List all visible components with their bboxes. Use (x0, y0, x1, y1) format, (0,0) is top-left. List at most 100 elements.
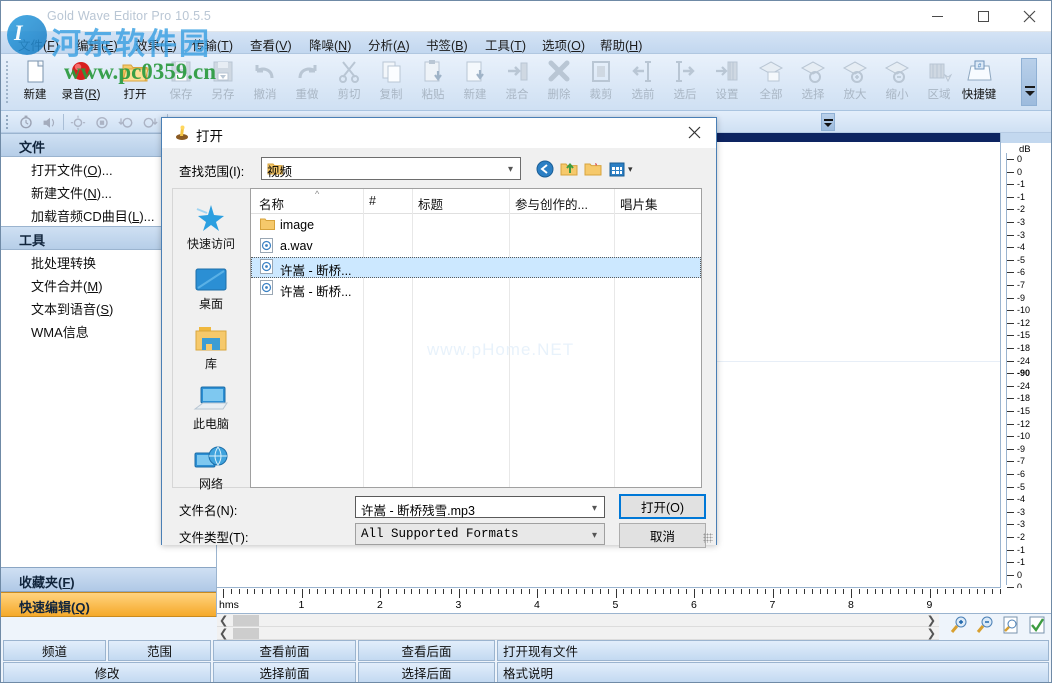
bottom-button-1[interactable]: 范围 (108, 640, 211, 661)
chevron-down-icon[interactable]: ▾ (592, 503, 597, 514)
zoom-selection-icon[interactable] (999, 614, 1023, 636)
column-header-4[interactable]: 唱片集 (620, 194, 658, 213)
scroll-right-arrow-icon[interactable]: ❯ (927, 614, 936, 627)
transport-brightness-icon[interactable] (67, 113, 89, 131)
menu-item-9[interactable]: 选项(O) (539, 35, 588, 54)
scroll-right-arrow-icon[interactable]: ❯ (927, 627, 936, 640)
scroll-left-arrow-icon[interactable]: ❮ (219, 614, 228, 627)
bottom-button-2[interactable]: 查看前面 (213, 640, 356, 661)
time-ruler[interactable]: hms 1 2 3 4 5 6 7 8 9 (217, 588, 1051, 614)
bottom-button-0[interactable]: 修改 (3, 662, 211, 682)
zoom-out-icon[interactable] (973, 614, 997, 636)
toolbar-button-hotkey-icon[interactable]: # 快捷键 (957, 56, 1001, 108)
place-library-icon[interactable]: 库 (173, 313, 249, 373)
select-before-icon (621, 56, 665, 88)
resize-grip[interactable] (703, 533, 713, 543)
toolbar-button-region-icon[interactable]: 区域 (917, 56, 961, 108)
menu-item-10[interactable]: 帮助(H) (597, 35, 645, 54)
side-panel-bar-0[interactable]: 收藏夹(F) (1, 567, 216, 592)
toolbar-button-zoom-out-icon[interactable]: 缩小 (875, 56, 919, 108)
menu-item-8[interactable]: 工具(T) (482, 35, 529, 54)
place-network-icon[interactable]: 网络 (173, 433, 249, 493)
bottom-button-3[interactable]: 查看后面 (358, 640, 495, 661)
column-header-2[interactable]: 标题 (418, 194, 443, 213)
toolbar-button-paste-new-icon[interactable]: 新建 (453, 56, 497, 108)
new-folder-icon[interactable] (581, 158, 605, 180)
file-list[interactable]: 名称 # 标题 参与创作的... 唱片集 ^ image a.wav 许嵩 - 断桥...… (250, 188, 702, 488)
apply-check-icon[interactable] (1025, 614, 1049, 636)
close-button[interactable] (1006, 1, 1051, 31)
toolbar-button-select-all-icon[interactable]: 全部 (749, 56, 793, 108)
file-list-row[interactable]: 许嵩 - 断桥... (251, 257, 701, 278)
scrollbar-thumb[interactable] (233, 615, 259, 626)
chevron-down-icon[interactable]: ▾ (508, 164, 513, 175)
time-tick (929, 589, 931, 598)
db-tick (1007, 423, 1014, 425)
horizontal-scrollbar-top[interactable]: ❮ ❯ (217, 614, 939, 627)
file-name-combobox[interactable]: 许嵩 - 断桥残雪.mp3 ▾ (355, 496, 605, 518)
view-mode-icon[interactable] (605, 158, 629, 180)
menu-item-5[interactable]: 降噪(N) (306, 35, 354, 54)
toolbar-button-select-after-icon[interactable]: 选后 (663, 56, 707, 108)
file-list-row[interactable]: a.wav (251, 236, 701, 257)
horizontal-scrollbar-bottom[interactable]: ❮ ❯ (217, 627, 939, 640)
place-quick-access-star-icon[interactable]: 快速访问 (173, 193, 249, 253)
toolbar-button-mix-icon[interactable]: 混合 (495, 56, 539, 108)
place-desktop-icon[interactable]: 桌面 (173, 253, 249, 313)
toolbar-button-select-icon[interactable]: 选择 (791, 56, 835, 108)
column-header-1[interactable]: # (369, 194, 376, 208)
bottom-button-0[interactable]: 频道 (3, 640, 106, 661)
chevron-down-icon[interactable]: ▾ (592, 530, 597, 541)
column-header-0[interactable]: 名称 (259, 194, 284, 213)
toolbar-button-settings-icon[interactable]: 设置 (705, 56, 749, 108)
zoom-in-icon[interactable] (947, 614, 971, 636)
view-mode-chevron-icon[interactable]: ▾ (628, 164, 633, 175)
file-name-value[interactable]: 许嵩 - 断桥残雪.mp3 (361, 500, 475, 519)
transport-loop-back-icon[interactable] (115, 113, 137, 131)
side-panel-bar-1[interactable]: 快速编辑(Q) (1, 592, 216, 617)
toolbar-button-undo-icon[interactable]: 撤消 (243, 56, 287, 108)
scrollbar-thumb[interactable] (233, 628, 259, 639)
back-icon[interactable] (533, 158, 557, 180)
scroll-left-arrow-icon[interactable]: ❮ (219, 627, 228, 640)
place-this-pc-icon[interactable]: 此电脑 (173, 373, 249, 433)
transport-stop-small-icon[interactable] (91, 113, 113, 131)
time-tick (497, 589, 499, 594)
file-list-row[interactable]: image (251, 215, 701, 236)
file-type-combobox[interactable]: All Supported Formats ▾ (355, 523, 605, 545)
transport-toolbar-grip[interactable] (5, 114, 9, 130)
bottom-button-3[interactable]: 格式说明 (497, 662, 1049, 682)
toolbar-grip[interactable] (5, 60, 9, 104)
file-list-row[interactable]: 许嵩 - 断桥... (251, 278, 701, 299)
toolbar-button-new-file-icon[interactable]: 新建 (13, 56, 57, 108)
bottom-button-2[interactable]: 选择后面 (358, 662, 495, 682)
column-header-3[interactable]: 参与创作的... (515, 194, 588, 213)
paste-icon (424, 60, 442, 82)
up-folder-icon[interactable] (557, 158, 581, 180)
toolbar-button-select-before-icon[interactable]: 选前 (621, 56, 665, 108)
toolbar-button-zoom-in-icon[interactable]: 放大 (833, 56, 877, 108)
transport-timer-icon[interactable] (15, 113, 37, 131)
minimize-button[interactable] (914, 1, 960, 31)
menu-item-6[interactable]: 分析(A) (365, 35, 413, 54)
menu-item-7[interactable]: 书签(B) (423, 35, 471, 54)
dialog-close-button[interactable] (672, 118, 716, 147)
open-button[interactable]: 打开(O) (619, 494, 706, 519)
transport-loop-forward-icon[interactable] (139, 113, 161, 131)
toolbar-button-trim-icon[interactable]: 裁剪 (579, 56, 623, 108)
transport-overflow-button[interactable] (821, 113, 835, 131)
toolbar-button-delete-icon[interactable]: 删除 (537, 56, 581, 108)
toolbar-button-cut-icon[interactable]: 剪切 (327, 56, 371, 108)
bottom-button-1[interactable]: 选择前面 (213, 662, 356, 682)
toolbar-button-paste-icon[interactable]: 粘贴 (411, 56, 455, 108)
time-tick (984, 589, 986, 594)
menu-item-4[interactable]: 查看(V) (247, 35, 295, 54)
bottom-button-4[interactable]: 打开现有文件 (497, 640, 1049, 661)
cancel-button[interactable]: 取消 (619, 523, 706, 548)
look-in-combobox[interactable]: 视频 ▾ (261, 157, 521, 180)
toolbar-overflow-button[interactable] (1021, 58, 1037, 106)
toolbar-button-redo-icon[interactable]: 重做 (285, 56, 329, 108)
toolbar-button-copy-icon[interactable]: 复制 (369, 56, 413, 108)
transport-volume-icon[interactable] (39, 113, 61, 131)
maximize-button[interactable] (960, 1, 1006, 31)
